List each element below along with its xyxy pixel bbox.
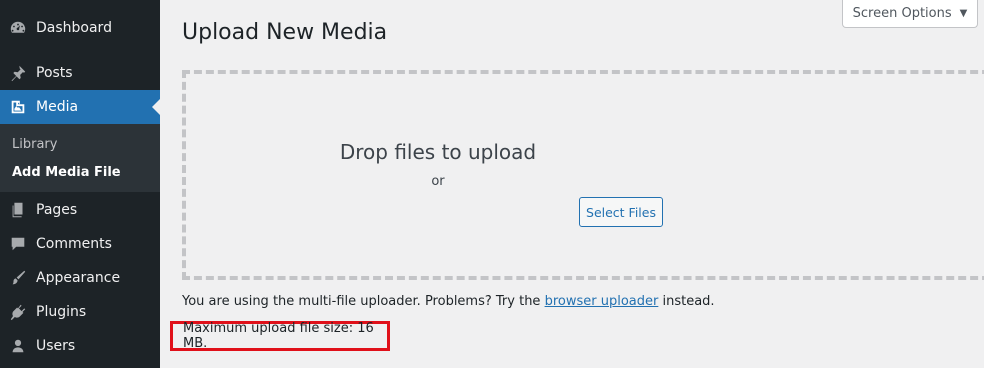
comment-icon — [8, 234, 28, 254]
sidebar-item-label: Media — [36, 99, 79, 115]
sidebar-item-pages[interactable]: Pages — [0, 193, 160, 227]
drop-files-text: Drop files to upload — [339, 140, 537, 164]
or-text: or — [431, 174, 445, 189]
uploader-note-suffix: instead. — [658, 294, 715, 309]
user-icon — [8, 336, 28, 356]
sidebar-item-dashboard[interactable]: Dashboard — [0, 11, 160, 45]
screen-options-label: Screen Options — [852, 6, 952, 21]
sidebar-item-comments[interactable]: Comments — [0, 227, 160, 261]
sidebar-item-appearance[interactable]: Appearance — [0, 261, 160, 295]
brush-icon — [8, 268, 28, 288]
sidebar-item-label: Users — [36, 338, 76, 354]
screen-options-button[interactable]: Screen Options ▼ — [842, 0, 978, 28]
sidebar-item-label: Appearance — [36, 270, 121, 286]
sidebar-item-media[interactable]: Media — [0, 90, 160, 124]
sidebar-item-plugins[interactable]: Plugins — [0, 295, 160, 329]
caret-down-icon: ▼ — [959, 8, 968, 19]
sidebar-item-label: Posts — [36, 65, 73, 81]
media-icon — [8, 97, 28, 117]
plugin-icon — [8, 302, 28, 322]
sidebar-item-label: Dashboard — [36, 20, 112, 36]
sidebar-item-label: Plugins — [36, 304, 87, 320]
sidebar-item-label: Pages — [36, 202, 78, 218]
uploader-note-prefix: You are using the multi-file uploader. P… — [182, 294, 545, 309]
dashboard-icon — [8, 18, 28, 38]
select-files-button[interactable]: Select Files — [579, 197, 663, 227]
page-title: Upload New Media — [182, 20, 388, 45]
browser-uploader-link[interactable]: browser uploader — [545, 294, 659, 309]
max-upload-size-text: Maximum upload file size: 16 MB. — [183, 321, 374, 351]
max-upload-size-box: Maximum upload file size: 16 MB. — [170, 321, 390, 351]
pin-icon — [8, 63, 28, 83]
pages-icon — [8, 200, 28, 220]
uploader-note: You are using the multi-file uploader. P… — [182, 294, 715, 309]
sidebar-item-posts[interactable]: Posts — [0, 56, 160, 90]
sidebar-item-label: Comments — [36, 236, 112, 252]
sidebar-item-users[interactable]: Users — [0, 329, 160, 363]
